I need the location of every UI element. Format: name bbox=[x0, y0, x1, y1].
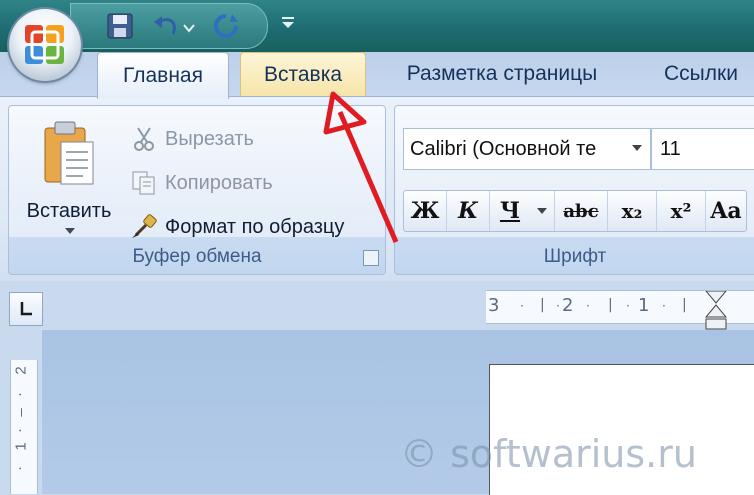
copy-icon bbox=[127, 168, 161, 198]
undo-icon[interactable] bbox=[151, 12, 181, 40]
ruler-dot: · bbox=[662, 299, 666, 313]
ruler-tick-1: 1 bbox=[638, 295, 650, 316]
paste-icon bbox=[44, 121, 94, 185]
tab-page-layout-label: Разметка страницы bbox=[406, 62, 598, 85]
red-arrow-annotation bbox=[323, 91, 399, 243]
vruler-dot: · bbox=[11, 428, 28, 433]
vruler-dot: · bbox=[11, 466, 28, 471]
scissors-icon bbox=[127, 124, 161, 154]
tab-selector-button[interactable] bbox=[9, 292, 43, 326]
underline-button[interactable]: Ч bbox=[490, 191, 530, 231]
font-size-combobox[interactable]: 11 bbox=[651, 128, 754, 170]
tab-references[interactable]: Ссылки bbox=[648, 52, 754, 96]
ruler-mark: | bbox=[608, 297, 613, 313]
cut-label: Вырезать bbox=[165, 127, 254, 150]
paste-dropdown-icon[interactable] bbox=[65, 228, 75, 234]
font-format-row: Ж К Ч abc x₂ x² Aa bbox=[403, 190, 747, 232]
cut-button[interactable]: Вырезать bbox=[127, 124, 254, 154]
vruler-tick-1: 1 bbox=[12, 442, 30, 451]
ruler-mark: | bbox=[540, 297, 545, 313]
undo-dropdown-icon[interactable] bbox=[183, 20, 195, 48]
strikethrough-button[interactable]: abc bbox=[555, 191, 608, 231]
redo-icon[interactable] bbox=[211, 12, 241, 40]
vertical-ruler[interactable]: 2 · – · 1 · bbox=[10, 360, 38, 494]
left-tab-stop-icon bbox=[20, 302, 32, 316]
title-bar bbox=[0, 0, 754, 52]
subscript-button[interactable]: x₂ bbox=[608, 191, 657, 231]
underline-dropdown-icon[interactable] bbox=[530, 191, 555, 231]
vruler-tick-2: 2 bbox=[12, 366, 30, 375]
indent-marker-icon[interactable] bbox=[704, 291, 728, 331]
font-group: Calibri (Основной те 11 Ж К Ч abc x₂ x² … bbox=[394, 105, 754, 275]
vruler-dot: · bbox=[11, 392, 28, 397]
office-logo-icon bbox=[25, 25, 64, 64]
superscript-button[interactable]: x² bbox=[657, 191, 706, 231]
clipboard-dialog-launcher-icon[interactable] bbox=[363, 250, 379, 266]
paste-label: Вставить bbox=[26, 200, 112, 222]
font-name-combobox[interactable]: Calibri (Основной те bbox=[403, 128, 651, 170]
watermark: © softwarius.ru bbox=[400, 432, 697, 476]
ruler-tick-3: 3 bbox=[488, 295, 500, 316]
ruler-dot: · bbox=[556, 299, 560, 313]
tab-home[interactable]: Главная bbox=[97, 52, 229, 99]
tab-page-layout[interactable]: Разметка страницы bbox=[384, 52, 620, 96]
office-button[interactable] bbox=[9, 9, 81, 81]
font-size-value: 11 bbox=[660, 137, 681, 160]
copy-button[interactable]: Копировать bbox=[127, 168, 273, 198]
copy-label: Копировать bbox=[165, 171, 273, 194]
ruler-dot: · bbox=[626, 299, 630, 313]
change-case-button[interactable]: Aa bbox=[706, 191, 746, 231]
horizontal-ruler[interactable]: 3 · | · 2 · | · 1 · | bbox=[486, 290, 754, 330]
paintbrush-icon bbox=[127, 212, 161, 242]
tab-home-label: Главная bbox=[123, 64, 203, 87]
ruler-mark: | bbox=[682, 297, 687, 313]
font-name-value: Calibri (Основной те bbox=[410, 137, 597, 160]
italic-button[interactable]: К bbox=[447, 191, 490, 231]
tab-references-label: Ссылки bbox=[664, 62, 738, 85]
font-group-label: Шрифт bbox=[543, 246, 607, 267]
font-name-dropdown-icon[interactable] bbox=[632, 145, 642, 151]
ruler-dot: · bbox=[520, 299, 524, 313]
save-icon[interactable] bbox=[105, 12, 135, 40]
paste-button[interactable]: Вставить bbox=[17, 114, 121, 246]
ruler-tick-2: 2 bbox=[562, 295, 574, 316]
vruler-mark: – bbox=[12, 408, 30, 417]
bold-button[interactable]: Ж bbox=[404, 191, 447, 231]
ruler-dot: · bbox=[586, 299, 590, 313]
customize-qat-icon[interactable] bbox=[280, 16, 296, 35]
quick-access-toolbar bbox=[70, 3, 268, 49]
